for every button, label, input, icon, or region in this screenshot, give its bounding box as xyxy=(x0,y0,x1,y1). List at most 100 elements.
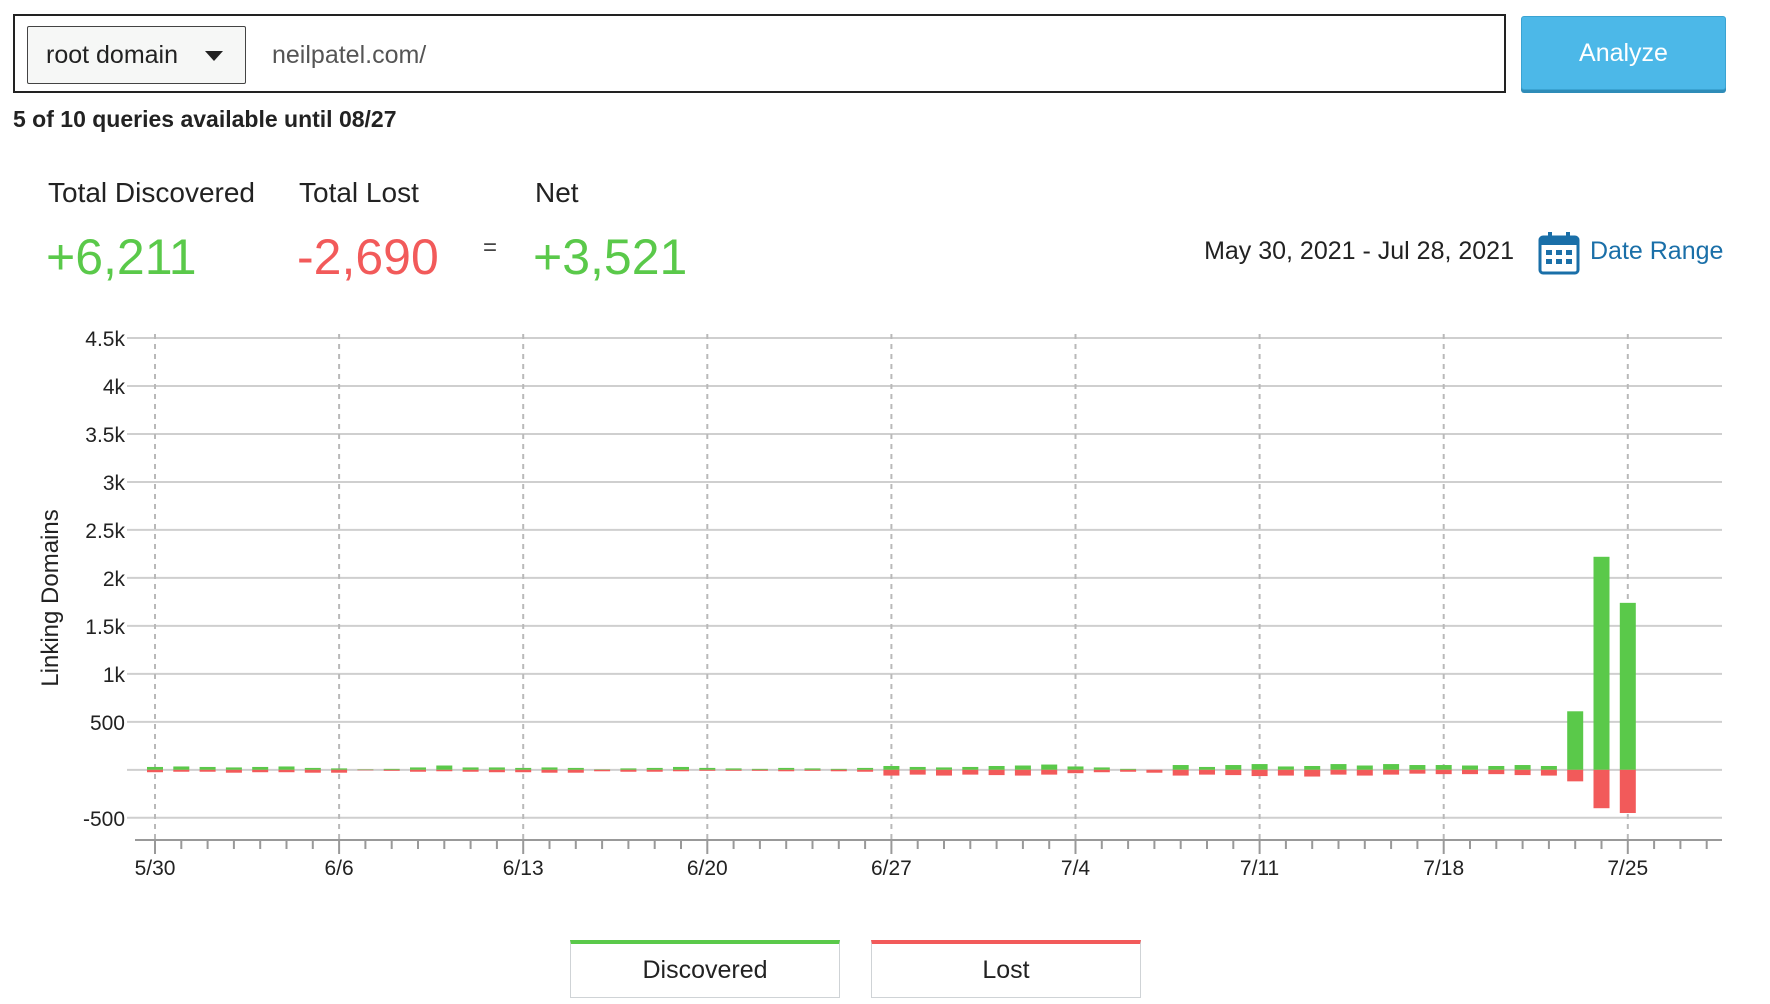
discovered-bar xyxy=(699,767,716,770)
discovered-bar xyxy=(1225,765,1242,770)
lost-bar xyxy=(1435,769,1452,775)
discovered-bar xyxy=(909,766,926,770)
lost-bar xyxy=(1120,769,1137,772)
discovered-bar xyxy=(541,767,558,770)
lost-bar xyxy=(594,769,611,772)
discovered-bar xyxy=(410,767,426,770)
calendar-icon[interactable] xyxy=(1538,231,1580,275)
y-tick-label: 1.5k xyxy=(85,616,125,639)
x-tick-label: 7/18 xyxy=(1423,857,1464,880)
discovered-bar xyxy=(304,767,321,770)
lost-bar xyxy=(147,769,163,773)
legend-discovered-label: Discovered xyxy=(642,956,768,984)
search-box: root domain xyxy=(13,14,1506,93)
lost-bar xyxy=(1356,769,1373,776)
scope-select[interactable]: root domain xyxy=(27,26,246,84)
discovered-bar xyxy=(1383,764,1400,770)
y-tick-label: -500 xyxy=(83,808,125,831)
discovered-bar xyxy=(1514,765,1531,770)
lost-bar xyxy=(699,769,716,771)
discovered-bar xyxy=(1067,766,1084,770)
lost-bar xyxy=(1093,769,1110,773)
total-discovered-label: Total Discovered xyxy=(48,177,255,208)
chart-axes: 4.5k 4k 3.5k 3k 2.5k 2k 1.5k 1k 500 -500 5/30 6/6 6/… xyxy=(83,328,1722,880)
total-discovered-value: +6,211 xyxy=(46,229,197,285)
discovered-bar xyxy=(1041,764,1058,770)
discovered-bar xyxy=(199,766,216,770)
lost-bar xyxy=(1514,769,1531,776)
discovered-bar xyxy=(1409,765,1426,770)
lost-bar xyxy=(1619,769,1636,814)
analyze-button[interactable]: Analyze xyxy=(1521,16,1726,90)
discovered-bar xyxy=(751,768,768,770)
net-value: +3,521 xyxy=(533,229,688,285)
discovered-bar xyxy=(567,767,584,770)
lost-bar xyxy=(1383,769,1400,775)
scope-select-value: root domain xyxy=(46,40,179,69)
lost-bar xyxy=(1567,769,1584,782)
discovered-bar xyxy=(778,767,795,770)
discovered-bar xyxy=(673,766,689,770)
lost-bar xyxy=(252,769,269,773)
lost-bar xyxy=(936,769,952,776)
lost-bar xyxy=(1277,769,1294,776)
discovered-bar xyxy=(278,766,295,770)
query-quota-text: 5 of 10 queries available until 08/27 xyxy=(13,106,397,132)
equals-sign: = xyxy=(483,234,498,261)
x-tick-label: 6/20 xyxy=(687,857,728,880)
linking-domains-chart: 4.5k 4k 3.5k 3k 2.5k 2k 1.5k 1k 500 -500 5/30 6/6 6/… xyxy=(37,328,1722,880)
lost-bar xyxy=(515,769,532,773)
discovered-bar xyxy=(1356,765,1373,770)
lost-bar xyxy=(909,769,926,775)
lost-bar xyxy=(567,769,584,773)
lost-bar xyxy=(804,769,821,771)
discovered-bar xyxy=(1619,602,1636,770)
lost-bar xyxy=(1488,769,1505,775)
discovered-bar xyxy=(147,766,163,770)
discovered-bar xyxy=(225,767,242,770)
x-tick-label: 6/13 xyxy=(503,857,544,880)
discovered-bar xyxy=(488,767,505,770)
lost-bar xyxy=(1014,769,1031,776)
lost-bar xyxy=(1251,769,1268,777)
lost-bar xyxy=(1330,769,1347,775)
lost-bar xyxy=(725,769,742,771)
discovered-bar xyxy=(883,765,900,770)
discovered-bar xyxy=(1093,767,1110,770)
discovered-bar xyxy=(1330,764,1347,770)
chart-grid xyxy=(127,334,1722,840)
discovered-bar xyxy=(646,767,663,770)
lost-bar xyxy=(778,769,795,772)
legend-lost-label: Lost xyxy=(982,956,1030,984)
discovered-bar xyxy=(857,767,874,770)
lost-bar xyxy=(751,769,768,771)
y-axis-label: Linking Domains xyxy=(37,509,64,686)
legend-discovered-toggle[interactable]: Discovered xyxy=(570,940,840,998)
x-tick-label: 6/27 xyxy=(871,857,912,880)
y-tick-label: 3.5k xyxy=(85,424,125,447)
lost-bar xyxy=(620,769,637,772)
lost-bar xyxy=(1593,769,1610,809)
discovered-bar xyxy=(1199,766,1215,770)
discovered-bar xyxy=(436,765,453,770)
discovered-bar xyxy=(252,766,269,770)
lost-bar xyxy=(883,769,900,776)
lost-bar xyxy=(383,769,400,771)
legend-lost-toggle[interactable]: Lost xyxy=(871,940,1141,998)
lost-bar xyxy=(1409,769,1426,774)
url-input[interactable] xyxy=(270,32,1474,78)
date-range-link[interactable]: Date Range xyxy=(1590,237,1723,266)
discovered-bar xyxy=(331,768,348,770)
discovered-bar xyxy=(830,768,847,770)
lost-bar xyxy=(646,769,663,772)
y-tick-label: 500 xyxy=(90,712,125,735)
lost-bar xyxy=(1462,769,1478,775)
discovered-bar xyxy=(1567,711,1584,770)
y-tick-label: 1k xyxy=(103,664,126,687)
discovered-bar xyxy=(725,768,742,770)
discovered-bar xyxy=(1172,765,1189,770)
discovered-bar xyxy=(1488,765,1505,770)
date-range-text: May 30, 2021 - Jul 28, 2021 xyxy=(1204,237,1514,265)
lost-bar xyxy=(1041,769,1058,775)
lost-bar xyxy=(331,769,348,773)
